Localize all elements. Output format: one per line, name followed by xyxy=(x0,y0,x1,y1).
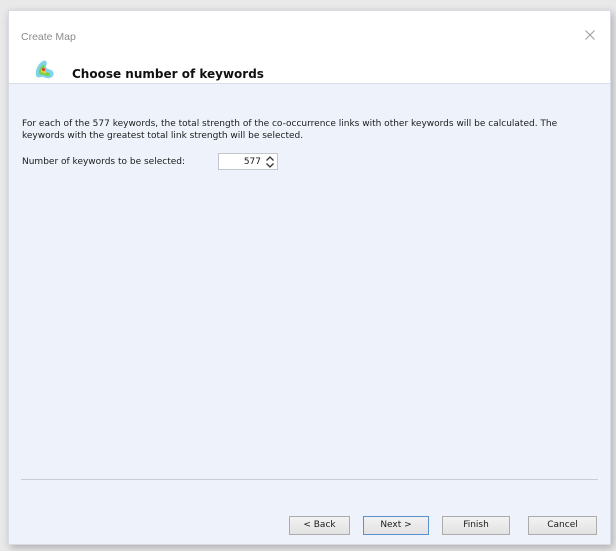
window-title: Create Map xyxy=(21,31,76,43)
keyword-count-spinner[interactable] xyxy=(218,153,278,170)
cancel-button[interactable]: Cancel xyxy=(528,516,597,535)
chevron-up-icon[interactable] xyxy=(265,155,275,162)
step-content: For each of the 577 keywords, the total … xyxy=(9,84,610,480)
step-header: Choose number of keywords xyxy=(9,49,610,83)
button-bar: < Back Next > Finish Cancel xyxy=(9,480,610,544)
finish-button[interactable]: Finish xyxy=(442,516,510,535)
keyword-count-input[interactable] xyxy=(221,155,261,168)
title-bar: Create Map xyxy=(9,11,610,49)
keyword-count-label: Number of keywords to be selected: xyxy=(22,157,186,167)
step-title: Choose number of keywords xyxy=(72,67,264,81)
next-button[interactable]: Next > xyxy=(363,516,429,535)
step-description: For each of the 577 keywords, the total … xyxy=(22,119,558,141)
back-button[interactable]: < Back xyxy=(289,516,350,535)
create-map-dialog: Create Map Choose number of keywords For… xyxy=(8,10,611,545)
chevron-down-icon[interactable] xyxy=(265,162,275,169)
vosviewer-icon xyxy=(35,60,54,79)
close-icon[interactable] xyxy=(584,29,596,41)
